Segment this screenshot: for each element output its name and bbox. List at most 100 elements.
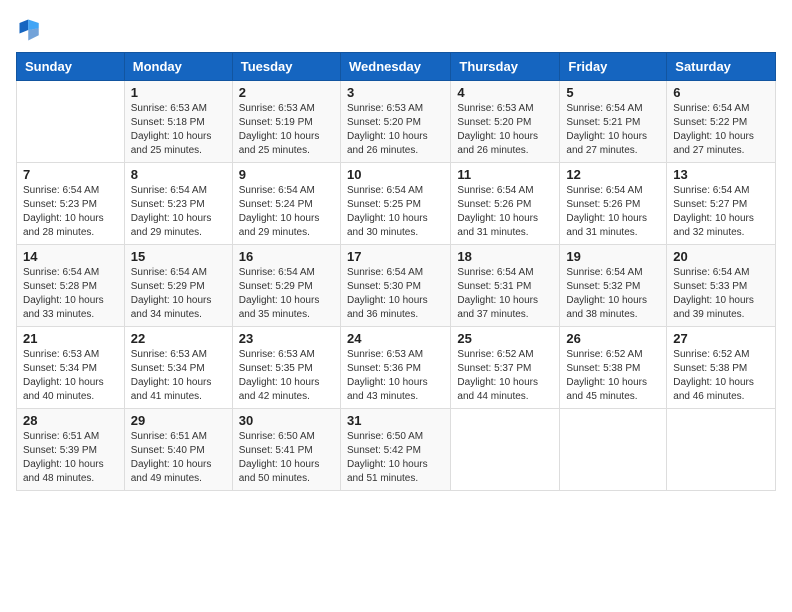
day-cell: 30 Sunrise: 6:50 AM Sunset: 5:41 PM Dayli…	[232, 409, 340, 491]
column-header-tuesday: Tuesday	[232, 53, 340, 81]
day-number: 10	[347, 167, 444, 182]
day-info: Sunrise: 6:54 AM Sunset: 5:32 PM Dayligh…	[566, 266, 660, 322]
day-info: Sunrise: 6:50 AM Sunset: 5:41 PM Dayligh…	[239, 430, 334, 486]
day-number: 4	[457, 85, 553, 100]
day-info: Sunrise: 6:51 AM Sunset: 5:39 PM Dayligh…	[23, 430, 118, 486]
column-header-monday: Monday	[124, 53, 232, 81]
day-info: Sunrise: 6:53 AM Sunset: 5:34 PM Dayligh…	[23, 348, 118, 404]
day-number: 13	[673, 167, 769, 182]
day-cell: 3 Sunrise: 6:53 AM Sunset: 5:20 PM Daylig…	[340, 81, 450, 163]
day-info: Sunrise: 6:53 AM Sunset: 5:35 PM Dayligh…	[239, 348, 334, 404]
day-number: 7	[23, 167, 118, 182]
day-number: 16	[239, 249, 334, 264]
day-number: 3	[347, 85, 444, 100]
day-number: 6	[673, 85, 769, 100]
day-number: 9	[239, 167, 334, 182]
week-row-4: 21Sunrise: 6:53 AM Sunset: 5:34 PM Dayli…	[17, 327, 776, 409]
day-info: Sunrise: 6:54 AM Sunset: 5:23 PM Dayligh…	[131, 184, 226, 240]
day-info: Sunrise: 6:54 AM Sunset: 5:24 PM Dayligh…	[239, 184, 334, 240]
day-cell	[17, 81, 125, 163]
day-cell: 31 Sunrise: 6:50 AM Sunset: 5:42 PM Dayli…	[340, 409, 450, 491]
page-header	[16, 16, 776, 44]
day-cell: 13 Sunrise: 6:54 AM Sunset: 5:27 PM Dayli…	[667, 163, 776, 245]
day-number: 18	[457, 249, 553, 264]
logo-icon	[16, 16, 44, 44]
day-cell: 18 Sunrise: 6:54 AM Sunset: 5:31 PM Dayli…	[451, 245, 560, 327]
column-header-wednesday: Wednesday	[340, 53, 450, 81]
day-info: Sunrise: 6:54 AM Sunset: 5:33 PM Dayligh…	[673, 266, 769, 322]
day-info: Sunrise: 6:53 AM Sunset: 5:20 PM Dayligh…	[347, 102, 444, 158]
day-number: 12	[566, 167, 660, 182]
week-row-1: 1 Sunrise: 6:53 AM Sunset: 5:18 PM Daylig…	[17, 81, 776, 163]
column-header-sunday: Sunday	[17, 53, 125, 81]
day-info: Sunrise: 6:50 AM Sunset: 5:42 PM Dayligh…	[347, 430, 444, 486]
day-number: 31	[347, 413, 444, 428]
day-number: 5	[566, 85, 660, 100]
day-cell: 6 Sunrise: 6:54 AM Sunset: 5:22 PM Daylig…	[667, 81, 776, 163]
day-number: 30	[239, 413, 334, 428]
day-info: Sunrise: 6:54 AM Sunset: 5:27 PM Dayligh…	[673, 184, 769, 240]
day-number: 20	[673, 249, 769, 264]
day-number: 29	[131, 413, 226, 428]
day-info: Sunrise: 6:54 AM Sunset: 5:30 PM Dayligh…	[347, 266, 444, 322]
day-info: Sunrise: 6:53 AM Sunset: 5:19 PM Dayligh…	[239, 102, 334, 158]
day-number: 23	[239, 331, 334, 346]
day-number: 22	[131, 331, 226, 346]
day-number: 17	[347, 249, 444, 264]
day-number: 19	[566, 249, 660, 264]
week-row-3: 14 Sunrise: 6:54 AM Sunset: 5:28 PM Dayli…	[17, 245, 776, 327]
day-cell: 23 Sunrise: 6:53 AM Sunset: 5:35 PM Dayli…	[232, 327, 340, 409]
day-info: Sunrise: 6:54 AM Sunset: 5:29 PM Dayligh…	[131, 266, 226, 322]
day-cell: 29Sunrise: 6:51 AM Sunset: 5:40 PM Dayli…	[124, 409, 232, 491]
day-cell: 19 Sunrise: 6:54 AM Sunset: 5:32 PM Dayli…	[560, 245, 667, 327]
day-cell: 12 Sunrise: 6:54 AM Sunset: 5:26 PM Dayli…	[560, 163, 667, 245]
day-info: Sunrise: 6:54 AM Sunset: 5:28 PM Dayligh…	[23, 266, 118, 322]
day-info: Sunrise: 6:53 AM Sunset: 5:34 PM Dayligh…	[131, 348, 226, 404]
day-cell: 26 Sunrise: 6:52 AM Sunset: 5:38 PM Dayli…	[560, 327, 667, 409]
day-cell: 20 Sunrise: 6:54 AM Sunset: 5:33 PM Dayli…	[667, 245, 776, 327]
day-cell: 16Sunrise: 6:54 AM Sunset: 5:29 PM Dayli…	[232, 245, 340, 327]
day-info: Sunrise: 6:54 AM Sunset: 5:23 PM Dayligh…	[23, 184, 118, 240]
column-header-saturday: Saturday	[667, 53, 776, 81]
day-cell: 5 Sunrise: 6:54 AM Sunset: 5:21 PM Daylig…	[560, 81, 667, 163]
day-cell: 10 Sunrise: 6:54 AM Sunset: 5:25 PM Dayli…	[340, 163, 450, 245]
day-cell: 4 Sunrise: 6:53 AM Sunset: 5:20 PM Daylig…	[451, 81, 560, 163]
column-header-thursday: Thursday	[451, 53, 560, 81]
day-number: 14	[23, 249, 118, 264]
day-cell: 9 Sunrise: 6:54 AM Sunset: 5:24 PM Daylig…	[232, 163, 340, 245]
day-cell: 25Sunrise: 6:52 AM Sunset: 5:37 PM Dayli…	[451, 327, 560, 409]
day-number: 15	[131, 249, 226, 264]
day-cell: 22 Sunrise: 6:53 AM Sunset: 5:34 PM Dayli…	[124, 327, 232, 409]
day-cell: 14 Sunrise: 6:54 AM Sunset: 5:28 PM Dayli…	[17, 245, 125, 327]
day-cell: 17 Sunrise: 6:54 AM Sunset: 5:30 PM Dayli…	[340, 245, 450, 327]
day-number: 8	[131, 167, 226, 182]
day-cell	[451, 409, 560, 491]
day-info: Sunrise: 6:54 AM Sunset: 5:21 PM Dayligh…	[566, 102, 660, 158]
header-row: SundayMondayTuesdayWednesdayThursdayFrid…	[17, 53, 776, 81]
day-info: Sunrise: 6:54 AM Sunset: 5:26 PM Dayligh…	[457, 184, 553, 240]
day-number: 26	[566, 331, 660, 346]
day-info: Sunrise: 6:54 AM Sunset: 5:25 PM Dayligh…	[347, 184, 444, 240]
week-row-5: 28Sunrise: 6:51 AM Sunset: 5:39 PM Dayli…	[17, 409, 776, 491]
day-cell: 27Sunrise: 6:52 AM Sunset: 5:38 PM Dayli…	[667, 327, 776, 409]
logo	[16, 16, 48, 44]
column-header-friday: Friday	[560, 53, 667, 81]
day-info: Sunrise: 6:53 AM Sunset: 5:36 PM Dayligh…	[347, 348, 444, 404]
day-info: Sunrise: 6:54 AM Sunset: 5:26 PM Dayligh…	[566, 184, 660, 240]
day-cell: 7 Sunrise: 6:54 AM Sunset: 5:23 PM Daylig…	[17, 163, 125, 245]
day-info: Sunrise: 6:53 AM Sunset: 5:18 PM Dayligh…	[131, 102, 226, 158]
day-info: Sunrise: 6:54 AM Sunset: 5:22 PM Dayligh…	[673, 102, 769, 158]
day-cell: 28Sunrise: 6:51 AM Sunset: 5:39 PM Dayli…	[17, 409, 125, 491]
day-number: 25	[457, 331, 553, 346]
day-cell: 11Sunrise: 6:54 AM Sunset: 5:26 PM Dayli…	[451, 163, 560, 245]
day-info: Sunrise: 6:52 AM Sunset: 5:38 PM Dayligh…	[566, 348, 660, 404]
day-cell: 15 Sunrise: 6:54 AM Sunset: 5:29 PM Dayli…	[124, 245, 232, 327]
day-cell	[560, 409, 667, 491]
day-number: 1	[131, 85, 226, 100]
week-row-2: 7 Sunrise: 6:54 AM Sunset: 5:23 PM Daylig…	[17, 163, 776, 245]
day-info: Sunrise: 6:53 AM Sunset: 5:20 PM Dayligh…	[457, 102, 553, 158]
day-info: Sunrise: 6:52 AM Sunset: 5:38 PM Dayligh…	[673, 348, 769, 404]
day-cell: 21Sunrise: 6:53 AM Sunset: 5:34 PM Dayli…	[17, 327, 125, 409]
day-cell: 1 Sunrise: 6:53 AM Sunset: 5:18 PM Daylig…	[124, 81, 232, 163]
day-info: Sunrise: 6:54 AM Sunset: 5:31 PM Dayligh…	[457, 266, 553, 322]
